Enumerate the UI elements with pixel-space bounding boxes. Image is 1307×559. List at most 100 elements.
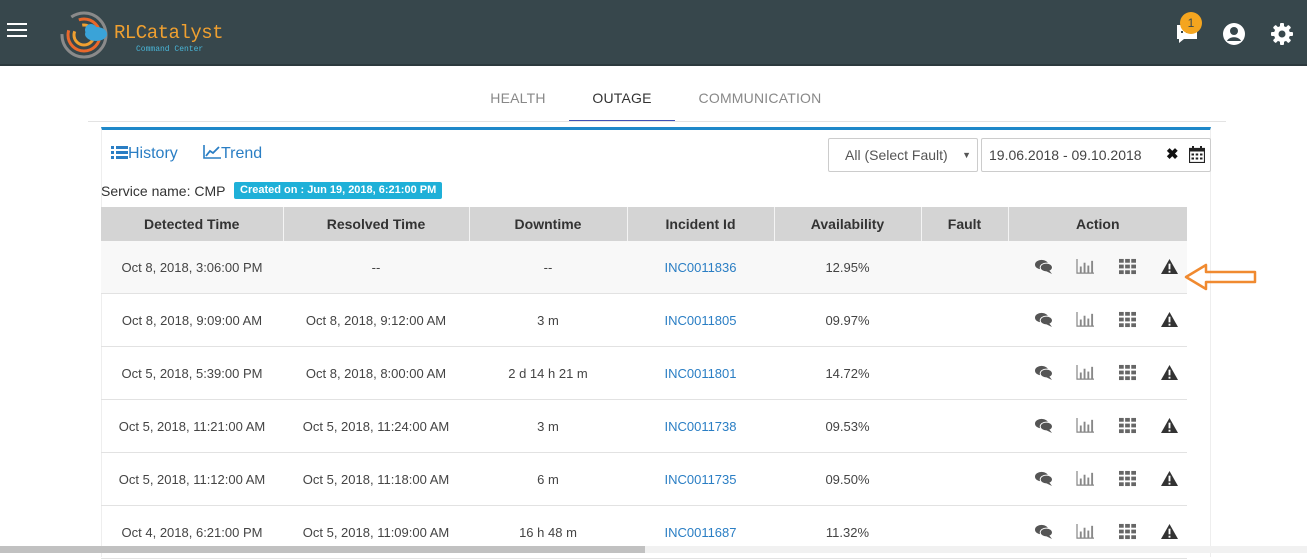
line-chart-icon [203, 145, 221, 159]
detected-time-cell: Oct 8, 2018, 3:06:00 PM [101, 241, 283, 294]
row-actions [1008, 258, 1187, 276]
bar-chart-icon[interactable] [1075, 258, 1095, 276]
incident-id-link[interactable]: INC0011801 [664, 366, 736, 381]
downtime-cell: 3 m [469, 399, 627, 453]
bar-chart-icon[interactable] [1075, 311, 1095, 329]
downtime-cell: 6 m [469, 452, 627, 506]
warning-icon[interactable] [1159, 364, 1179, 382]
grid-icon[interactable] [1117, 258, 1137, 276]
tab-divider [88, 121, 1226, 122]
header-detected-time[interactable]: Detected Time [101, 207, 284, 241]
settings-gear-icon[interactable] [1270, 22, 1294, 46]
bar-chart-icon[interactable] [1075, 364, 1095, 382]
incident-id-cell: INC0011801 [627, 346, 774, 400]
table-row: Oct 5, 2018, 5:39:00 PM Oct 8, 2018, 8:00… [101, 346, 1187, 400]
logo-graphic [60, 11, 108, 59]
comment-icon[interactable] [1033, 523, 1053, 541]
downtime-cell: 3 m [537, 312, 559, 328]
row-actions [1008, 364, 1187, 382]
incident-id-link[interactable]: INC0011738 [664, 419, 736, 434]
app-logo[interactable]: RLCatalyst Command Center [58, 8, 224, 60]
warning-icon[interactable] [1159, 417, 1179, 435]
header-downtime[interactable]: Downtime [469, 207, 628, 241]
incident-id-cell: INC0011805 [627, 293, 774, 347]
header-fault[interactable]: Fault [921, 207, 1009, 241]
bar-chart-icon[interactable] [1075, 470, 1095, 488]
warning-icon[interactable] [1159, 258, 1179, 276]
detected-time-cell: Oct 8, 2018, 9:09:00 AM [101, 293, 283, 347]
row-actions [1008, 417, 1187, 435]
row-actions [1008, 470, 1187, 488]
warning-icon[interactable] [1159, 311, 1179, 329]
comment-icon[interactable] [1033, 364, 1053, 382]
grid-icon[interactable] [1117, 523, 1137, 541]
availability-cell: 09.97% [825, 312, 870, 328]
tab-outage[interactable]: OUTAGE [569, 80, 675, 122]
action-cell [1008, 293, 1187, 347]
horizontal-scrollbar[interactable] [0, 546, 1307, 553]
downtime-cell: 3 m [469, 293, 627, 347]
trend-tab[interactable]: Trend [203, 145, 262, 163]
calendar-icon[interactable] [1189, 146, 1205, 163]
downtime-cell: 3 m [537, 418, 559, 434]
history-label: History [128, 145, 178, 162]
resolved-time-cell: -- [371, 259, 381, 275]
downtime-cell: 6 m [537, 471, 559, 487]
logo-subtitle: Command Center [136, 45, 204, 54]
availability-cell: 12.95% [825, 259, 870, 275]
resolved-time-cell: -- [283, 241, 469, 294]
header-action: Action [1008, 207, 1187, 241]
detected-time-cell: Oct 5, 2018, 5:39:00 PM [101, 346, 283, 400]
tab-health[interactable]: HEALTH [478, 80, 558, 120]
comment-icon[interactable] [1033, 311, 1053, 329]
fault-filter-select[interactable]: All (Select Fault) ▼ [828, 138, 978, 172]
availability-cell: 09.53% [774, 399, 921, 453]
detected-time-cell: Oct 8, 2018, 9:09:00 AM [121, 312, 263, 328]
incident-id-link[interactable]: INC0011735 [664, 472, 736, 487]
comment-icon[interactable] [1033, 258, 1053, 276]
availability-cell: 11.32% [825, 524, 870, 540]
tab-communication[interactable]: COMMUNICATION [690, 80, 830, 120]
history-tab[interactable]: History [111, 145, 178, 163]
resolved-time-cell: Oct 5, 2018, 11:18:00 AM [283, 452, 469, 506]
header-incident-id[interactable]: Incident Id [627, 207, 775, 241]
incident-id-link[interactable]: INC0011687 [664, 525, 736, 540]
warning-icon[interactable] [1159, 470, 1179, 488]
logo-title: RLCatalyst [114, 22, 224, 44]
detected-time-cell: Oct 5, 2018, 11:12:00 AM [118, 471, 266, 487]
date-range-input[interactable]: 19.06.2018 - 09.10.2018 [989, 139, 1142, 171]
grid-icon[interactable] [1117, 311, 1137, 329]
notification-badge[interactable]: 1 [1180, 12, 1202, 34]
table-row: Oct 5, 2018, 11:12:00 AM Oct 5, 2018, 11:… [101, 452, 1187, 506]
warning-icon[interactable] [1159, 523, 1179, 541]
comment-icon[interactable] [1033, 470, 1053, 488]
annotation-arrow [1184, 263, 1257, 291]
grid-icon[interactable] [1117, 417, 1137, 435]
bar-chart-icon[interactable] [1075, 523, 1095, 541]
downtime-cell: 2 d 14 h 21 m [508, 365, 588, 381]
detected-time-cell: Oct 4, 2018, 6:21:00 PM [121, 524, 263, 540]
comment-icon[interactable] [1033, 417, 1053, 435]
account-icon[interactable] [1222, 22, 1246, 46]
bar-chart-icon[interactable] [1075, 417, 1095, 435]
row-actions [1008, 523, 1187, 541]
dropdown-caret-icon: ▼ [962, 150, 971, 160]
clear-date-icon[interactable]: ✖ [1166, 139, 1179, 171]
scrollbar-thumb[interactable] [0, 546, 645, 553]
date-range-picker[interactable]: 19.06.2018 - 09.10.2018 ✖ [981, 138, 1211, 172]
incident-id-link[interactable]: INC0011836 [664, 260, 736, 275]
header-availability[interactable]: Availability [774, 207, 922, 241]
fault-cell [921, 399, 1008, 453]
header-resolved-time[interactable]: Resolved Time [283, 207, 470, 241]
action-cell [1008, 452, 1187, 506]
incident-id-link[interactable]: INC0011805 [664, 313, 736, 328]
grid-icon[interactable] [1117, 364, 1137, 382]
hamburger-menu-icon[interactable] [7, 23, 27, 43]
incident-id-cell: INC0011738 [627, 399, 774, 453]
list-icon [111, 146, 128, 159]
resolved-time-cell: Oct 5, 2018, 11:18:00 AM [302, 471, 450, 487]
resolved-time-cell: Oct 5, 2018, 11:24:00 AM [302, 418, 450, 434]
trend-label: Trend [221, 145, 263, 162]
availability-cell: 14.72% [825, 365, 870, 381]
grid-icon[interactable] [1117, 470, 1137, 488]
